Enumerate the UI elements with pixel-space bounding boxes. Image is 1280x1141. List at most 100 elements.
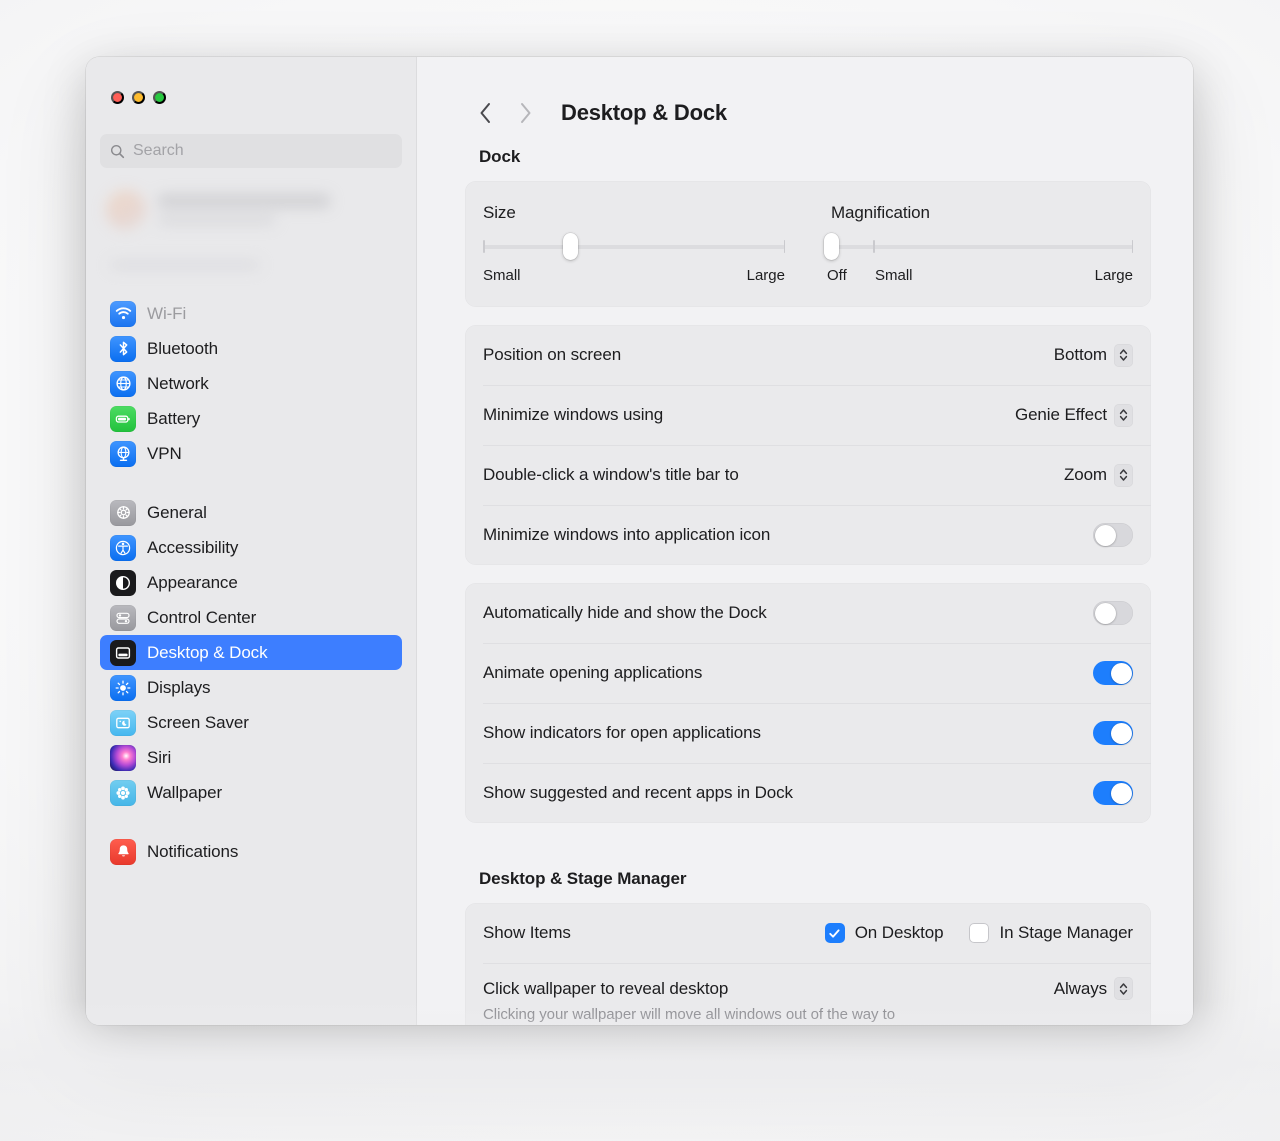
popup-value: Always — [1053, 978, 1107, 998]
dock-magnification-slider[interactable] — [823, 233, 1133, 260]
show-indicators-toggle[interactable] — [1093, 721, 1133, 745]
page-title: Desktop & Dock — [561, 100, 727, 125]
sidebar-item-desktop-dock[interactable]: Desktop & Dock — [100, 635, 402, 670]
dock-size-label: Size — [483, 203, 516, 222]
checkbox-box[interactable] — [969, 923, 990, 943]
checkbox-label: In Stage Manager — [999, 923, 1133, 942]
row-label: Show suggested and recent apps in Dock — [483, 783, 793, 802]
account-subtitle-redacted — [158, 216, 276, 225]
content-pane: Desktop & Dock Dock Size Small Large Mag… — [417, 57, 1193, 1025]
row-auto-hide-dock[interactable]: Automatically hide and show the Dock — [465, 583, 1151, 643]
sidebar-item-label: Wallpaper — [147, 782, 223, 802]
dock-size-slider[interactable] — [483, 233, 785, 260]
sidebar-group-notifications: Notifications — [100, 834, 402, 869]
siri-icon — [110, 744, 136, 771]
dock-behavior-card: Position on screen Bottom Minimize windo… — [465, 325, 1151, 565]
vpn-globe-icon — [110, 440, 136, 467]
slider-thumb[interactable] — [563, 233, 579, 260]
back-button[interactable] — [465, 93, 505, 133]
sidebar-item-battery[interactable]: Battery — [100, 401, 402, 436]
sidebar-item-label: Battery — [147, 408, 201, 428]
notifications-bell-icon — [110, 838, 136, 865]
minimize-windows-using-popup[interactable]: Genie Effect — [1015, 403, 1133, 427]
chevron-left-icon — [480, 103, 490, 123]
sidebar-item-label: Control Center — [147, 607, 257, 627]
sidebar-item-control-center[interactable]: Control Center — [100, 600, 402, 635]
click-wallpaper-popup[interactable]: Always — [1054, 977, 1133, 1000]
row-label: Double-click a window's title bar to — [483, 465, 739, 484]
slider-tick-max — [1131, 240, 1133, 253]
row-caption: Clicking your wallpaper will move all wi… — [483, 1006, 896, 1023]
toggle-knob — [1110, 782, 1132, 804]
sidebar-item-notifications[interactable]: Notifications — [100, 834, 402, 869]
sidebar-item-wallpaper[interactable]: Wallpaper — [100, 775, 402, 810]
toggle-knob — [1094, 524, 1116, 546]
sidebar-item-wi-fi[interactable]: Wi-Fi — [100, 296, 402, 331]
sidebar-item-displays[interactable]: Displays — [100, 670, 402, 705]
slider-tick-max — [783, 240, 785, 253]
sidebar-item-siri[interactable]: Siri — [100, 740, 402, 775]
sidebar-group-system: General Accessibility Appearance Control… — [100, 495, 402, 810]
sidebar-item-label: Notifications — [147, 841, 239, 861]
checkbox-box[interactable] — [824, 923, 845, 943]
dock-options-card: Automatically hide and show the Dock Ani… — [465, 583, 1151, 823]
sidebar-item-vpn[interactable]: VPN — [100, 436, 402, 471]
search-input[interactable] — [133, 142, 392, 160]
toggle-knob — [1110, 722, 1132, 744]
sidebar-item-label: Bluetooth — [147, 338, 218, 358]
appearance-icon — [110, 569, 136, 596]
checkbox-in-stage-manager[interactable]: In Stage Manager — [969, 923, 1133, 943]
sidebar-item-appearance[interactable]: Appearance — [100, 565, 402, 600]
row-position-on-screen[interactable]: Position on screen Bottom — [465, 325, 1151, 385]
dock-size-slider-group: Size Small Large — [483, 203, 785, 287]
displays-icon — [110, 674, 136, 701]
animate-opening-applications-toggle[interactable] — [1093, 661, 1133, 685]
search-icon — [110, 144, 125, 158]
slider-track — [831, 245, 1133, 249]
row-show-indicators[interactable]: Show indicators for open applications — [465, 703, 1151, 763]
sidebar-item-accessibility[interactable]: Accessibility — [100, 530, 402, 565]
row-click-wallpaper[interactable]: Click wallpaper to reveal desktop Always — [465, 963, 1151, 1025]
row-animate-opening-applications[interactable]: Animate opening applications — [465, 643, 1151, 703]
chevron-up-down-icon — [1114, 403, 1133, 427]
sidebar-item-bluetooth[interactable]: Bluetooth — [100, 331, 402, 366]
popup-value: Bottom — [1053, 345, 1107, 364]
checkbox-on-desktop[interactable]: On Desktop — [824, 923, 944, 943]
show-suggested-recent-apps-toggle[interactable] — [1093, 781, 1133, 805]
sidebar-item-network[interactable]: Network — [100, 366, 402, 401]
chevron-up-down-icon — [1114, 343, 1133, 367]
row-show-suggested-recent-apps[interactable]: Show suggested and recent apps in Dock — [465, 763, 1151, 823]
account-row-redacted — [110, 260, 260, 270]
sidebar-item-screen-saver[interactable]: Screen Saver — [100, 705, 402, 740]
toggle-knob — [1110, 662, 1132, 684]
sidebar-group-connectivity: Wi-Fi Bluetooth Network Battery VPN — [100, 296, 402, 471]
position-on-screen-popup[interactable]: Bottom — [1053, 343, 1133, 367]
minimize-button[interactable] — [132, 91, 145, 104]
row-minimize-windows-using[interactable]: Minimize windows using Genie Effect — [465, 385, 1151, 445]
chevron-right-icon — [520, 103, 530, 123]
dock-sliders-card: Size Small Large Magnification Off Small… — [465, 181, 1151, 307]
sidebar-item-general[interactable]: General — [100, 495, 402, 530]
wifi-icon — [110, 300, 136, 327]
accessibility-icon — [110, 534, 136, 561]
sidebar-item-label: VPN — [147, 443, 182, 463]
slider-thumb[interactable] — [823, 233, 839, 260]
row-label: Show Items — [483, 923, 571, 942]
close-button[interactable] — [111, 91, 124, 104]
search-field[interactable] — [100, 134, 402, 168]
row-minimize-into-app-icon[interactable]: Minimize windows into application icon — [465, 505, 1151, 565]
chevron-up-down-icon — [1114, 463, 1133, 487]
row-double-click-title-bar[interactable]: Double-click a window's title bar to Zoo… — [465, 445, 1151, 505]
double-click-title-bar-popup[interactable]: Zoom — [1064, 463, 1133, 487]
dock-magnification-slider-group: Magnification Off Small Large — [823, 203, 1133, 287]
zoom-button[interactable] — [153, 91, 166, 104]
window-controls — [100, 57, 402, 104]
network-globe-icon — [110, 370, 136, 397]
auto-hide-dock-toggle[interactable] — [1093, 601, 1133, 625]
battery-icon — [110, 405, 136, 432]
minimize-into-app-icon-toggle[interactable] — [1093, 523, 1133, 547]
account-block-redacted[interactable] — [100, 176, 402, 288]
section-heading-stage-manager: Desktop & Stage Manager — [479, 869, 687, 888]
forward-button[interactable] — [505, 93, 545, 133]
dock-magnification-max-label: Large — [1094, 267, 1133, 284]
